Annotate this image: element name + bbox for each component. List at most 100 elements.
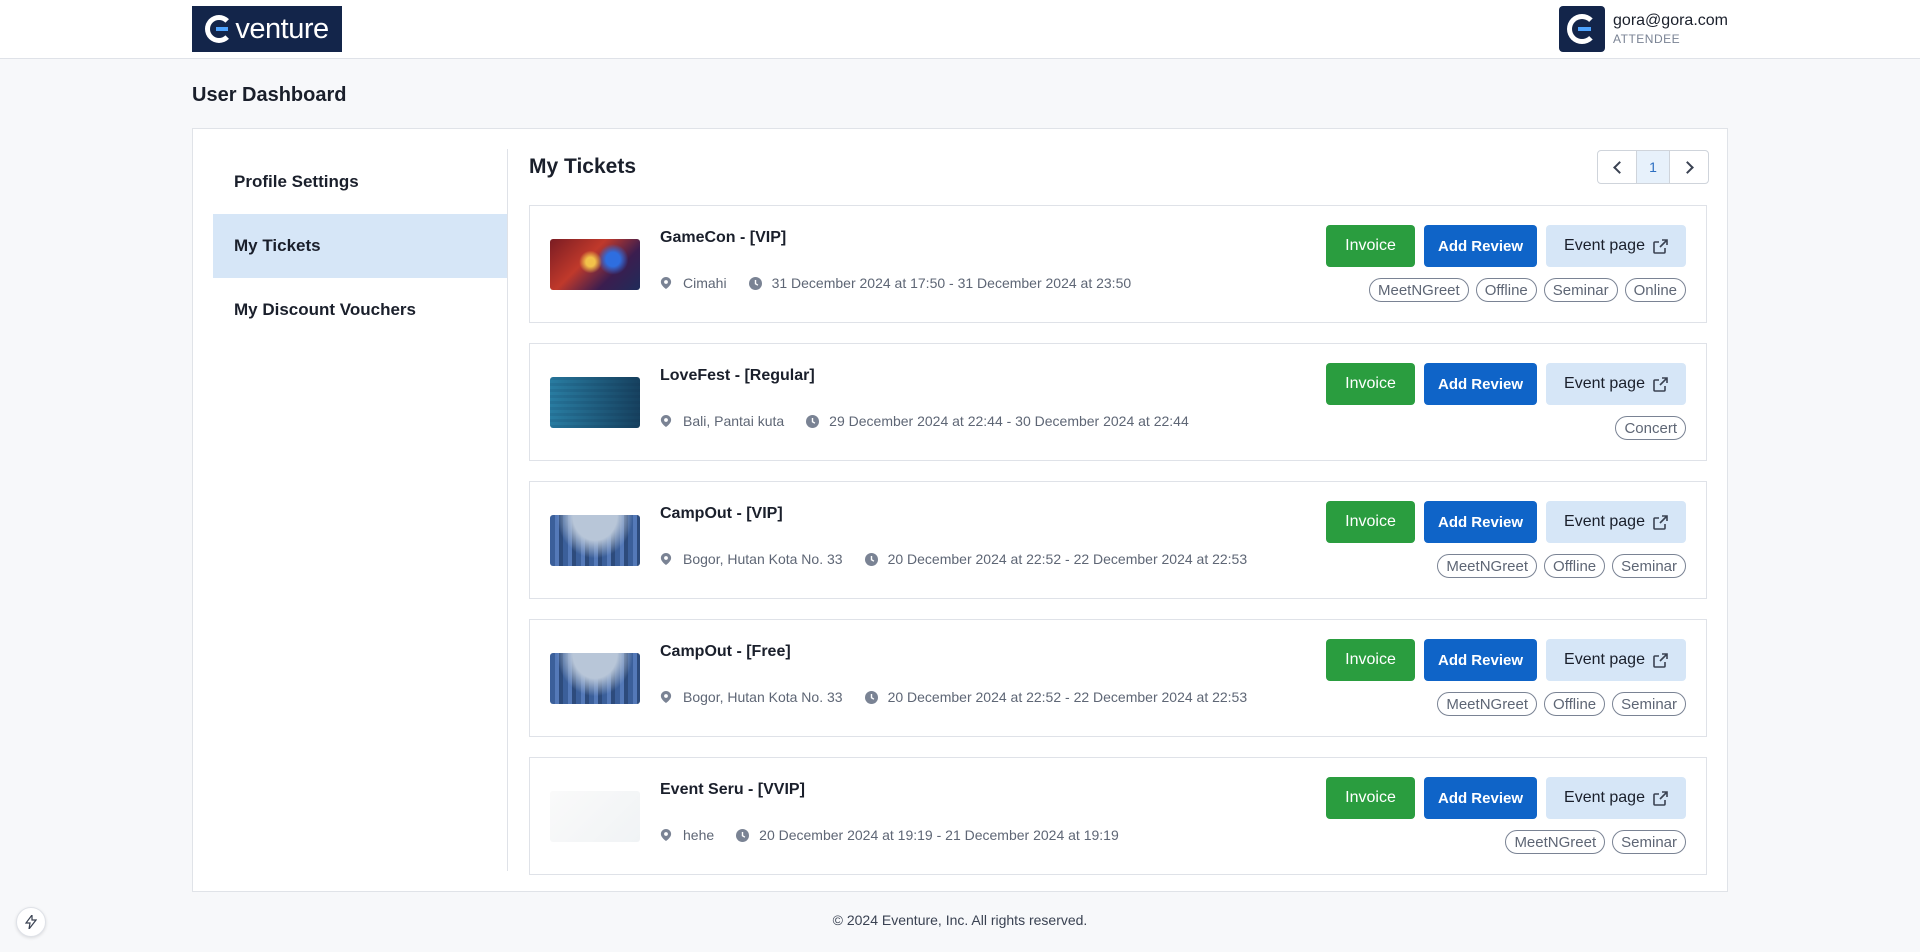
ticket-title: CampOut - [Free] — [660, 643, 791, 660]
ticket-card: Event Seru - [VVIP] hehe 20 December 202… — [529, 757, 1707, 875]
avatar-logo-icon — [1567, 14, 1598, 44]
ticket-tags: MeetNGreet Offline Seminar — [1437, 554, 1686, 578]
event-page-button[interactable]: Event page — [1546, 639, 1686, 681]
add-review-button[interactable]: Add Review — [1424, 501, 1537, 543]
add-review-button[interactable]: Add Review — [1424, 363, 1537, 405]
invoice-button[interactable]: Invoice — [1326, 225, 1415, 267]
ticket-datetime: 20 December 2024 at 22:52 - 22 December … — [887, 689, 1248, 705]
event-page-button[interactable]: Event page — [1546, 777, 1686, 819]
clock-icon — [748, 276, 762, 290]
user-menu[interactable]: gora@gora.com ATTENDEE — [1559, 6, 1728, 52]
external-link-icon — [1653, 514, 1668, 530]
ticket-tags: MeetNGreet Offline Seminar — [1437, 692, 1686, 716]
user-email: gora@gora.com — [1613, 12, 1728, 29]
sidebar-item-label: My Tickets — [234, 236, 321, 255]
sidebar-item-label: Profile Settings — [234, 172, 359, 191]
external-link-icon — [1653, 238, 1668, 254]
ticket-title: CampOut - [VIP] — [660, 505, 783, 522]
ticket-title: LoveFest - [Regular] — [660, 367, 815, 384]
invoice-button[interactable]: Invoice — [1326, 501, 1415, 543]
ticket-card: CampOut - [VIP] Bogor, Hutan Kota No. 33… — [529, 481, 1707, 599]
category-tag: MeetNGreet — [1505, 830, 1606, 854]
ticket-location: Bogor, Hutan Kota No. 33 — [683, 689, 843, 705]
ticket-location: Cimahi — [683, 275, 727, 291]
category-tag: Offline — [1544, 692, 1606, 716]
add-review-button[interactable]: Add Review — [1424, 777, 1537, 819]
location-pin-icon — [660, 553, 672, 565]
footer-copyright: © 2024 Eventure, Inc. All rights reserve… — [832, 912, 1088, 928]
page-title: User Dashboard — [192, 84, 347, 106]
logo-mark-icon — [205, 15, 234, 43]
event-thumbnail[interactable] — [550, 377, 640, 428]
sidebar-item-label: My Discount Vouchers — [234, 300, 416, 319]
ticket-datetime: 20 December 2024 at 19:19 - 21 December … — [759, 827, 1119, 843]
add-review-button[interactable]: Add Review — [1424, 225, 1537, 267]
sidebar: Profile Settings My Tickets My Discount … — [213, 149, 508, 871]
ticket-datetime: 20 December 2024 at 22:52 - 22 December … — [887, 551, 1248, 567]
bolt-icon — [25, 915, 37, 929]
ticket-location: hehe — [683, 827, 715, 843]
ticket-tags: MeetNGreet Offline Seminar Online — [1368, 278, 1686, 302]
event-thumbnail[interactable] — [550, 515, 640, 566]
page-number-button[interactable]: 1 — [1636, 151, 1670, 183]
category-tag: Offline — [1475, 278, 1537, 302]
dashboard-panel: Profile Settings My Tickets My Discount … — [192, 128, 1728, 892]
section-title: My Tickets — [529, 155, 636, 178]
pagination: 1 — [1597, 150, 1709, 184]
avatar[interactable] — [1559, 6, 1606, 52]
category-tag: Offline — [1544, 554, 1606, 578]
ticket-card: GameCon - [VIP] Cimahi 31 December 2024 … — [529, 205, 1707, 323]
ticket-title: GameCon - [VIP] — [660, 229, 787, 246]
chevron-right-icon — [1680, 160, 1694, 174]
ticket-datetime: 31 December 2024 at 17:50 - 31 December … — [771, 275, 1132, 291]
category-tag: Concert — [1615, 416, 1686, 440]
clock-icon — [864, 552, 878, 566]
location-pin-icon — [660, 277, 672, 289]
category-tag: MeetNGreet — [1437, 692, 1538, 716]
invoice-button[interactable]: Invoice — [1326, 777, 1415, 819]
external-link-icon — [1653, 652, 1668, 668]
event-thumbnail[interactable] — [550, 239, 640, 290]
external-link-icon — [1653, 790, 1668, 806]
bolt-button[interactable] — [16, 907, 46, 937]
category-tag: Seminar — [1612, 830, 1686, 854]
ticket-location: Bali, Pantai kuta — [683, 413, 785, 429]
eventure-logo[interactable]: venture — [192, 6, 342, 52]
ticket-tags: MeetNGreet Seminar — [1505, 830, 1686, 854]
clock-icon — [736, 828, 750, 842]
event-page-button[interactable]: Event page — [1546, 501, 1686, 543]
sidebar-item-my-tickets[interactable]: My Tickets — [213, 214, 507, 278]
external-link-icon — [1653, 376, 1668, 392]
sidebar-item-profile-settings[interactable]: Profile Settings — [213, 150, 507, 214]
invoice-button[interactable]: Invoice — [1326, 363, 1415, 405]
ticket-tags: Concert — [1615, 416, 1686, 440]
category-tag: Seminar — [1612, 554, 1686, 578]
location-pin-icon — [660, 691, 672, 703]
event-thumbnail[interactable] — [550, 791, 640, 842]
category-tag: MeetNGreet — [1437, 554, 1538, 578]
sidebar-item-my-discount-vouchers[interactable]: My Discount Vouchers — [213, 278, 507, 342]
ticket-location: Bogor, Hutan Kota No. 33 — [683, 551, 843, 567]
next-page-button[interactable] — [1670, 151, 1708, 183]
category-tag: Seminar — [1612, 692, 1686, 716]
user-role: ATTENDEE — [1613, 32, 1681, 46]
clock-icon — [806, 414, 820, 428]
event-page-button[interactable]: Event page — [1546, 225, 1686, 267]
category-tag: Online — [1624, 278, 1686, 302]
location-pin-icon — [660, 829, 672, 841]
logo-text: venture — [235, 12, 329, 45]
chevron-left-icon — [1612, 160, 1626, 174]
ticket-card: LoveFest - [Regular] Bali, Pantai kuta 2… — [529, 343, 1707, 461]
ticket-datetime: 29 December 2024 at 22:44 - 30 December … — [829, 413, 1189, 429]
event-thumbnail[interactable] — [550, 653, 640, 704]
tickets-section: My Tickets 1 GameCon - [VIP] Cimahi 31 D… — [529, 149, 1709, 875]
invoice-button[interactable]: Invoice — [1326, 639, 1415, 681]
event-page-button[interactable]: Event page — [1546, 363, 1686, 405]
ticket-card: CampOut - [Free] Bogor, Hutan Kota No. 3… — [529, 619, 1707, 737]
category-tag: Seminar — [1543, 278, 1618, 302]
add-review-button[interactable]: Add Review — [1424, 639, 1537, 681]
ticket-title: Event Seru - [VVIP] — [660, 781, 805, 798]
clock-icon — [864, 690, 878, 704]
prev-page-button[interactable] — [1598, 151, 1636, 183]
top-navbar: venture gora@gora.com ATTENDEE — [0, 0, 1920, 59]
